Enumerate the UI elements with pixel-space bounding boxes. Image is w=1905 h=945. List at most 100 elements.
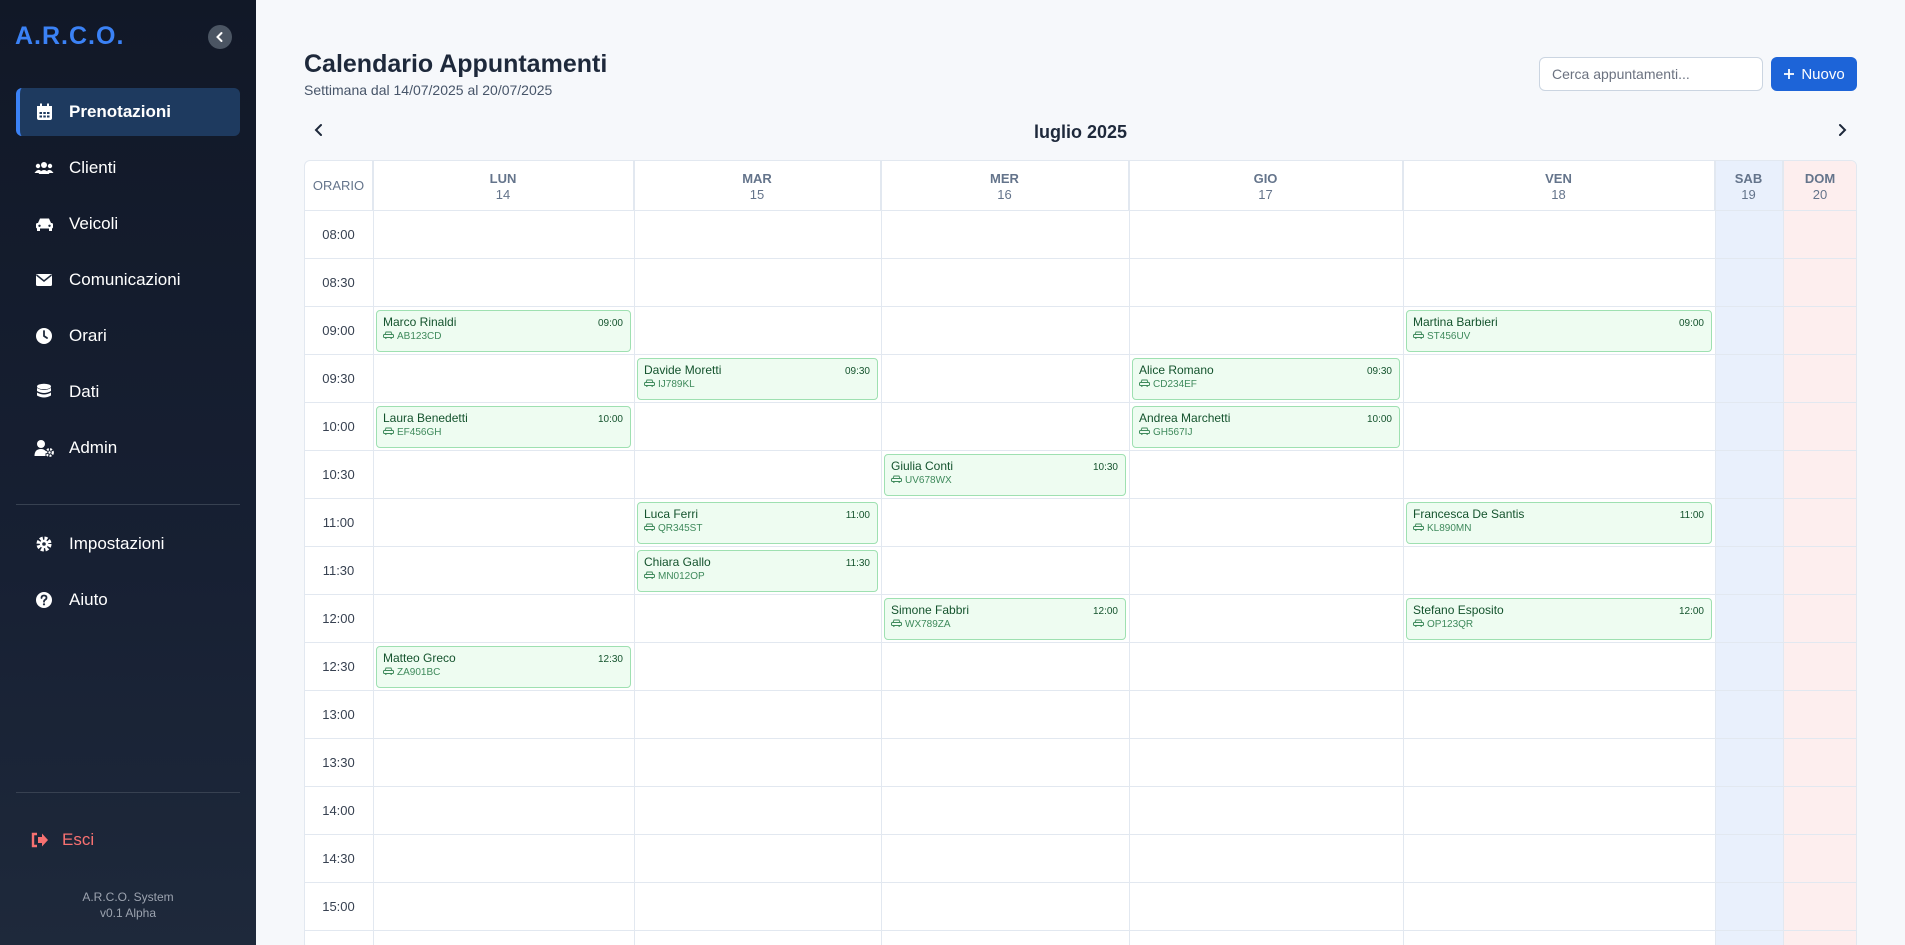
calendar-slot[interactable] (1129, 499, 1403, 547)
calendar-slot[interactable] (1715, 355, 1783, 403)
appointment-card[interactable]: Martina Barbieri 09:00 ST456UV (1406, 310, 1712, 352)
calendar-slot[interactable] (1403, 451, 1715, 499)
calendar-slot[interactable] (1715, 643, 1783, 691)
calendar-slot[interactable] (373, 787, 634, 835)
sidebar-item-dati[interactable]: Dati (16, 368, 240, 416)
calendar-slot[interactable] (1715, 739, 1783, 787)
calendar-slot[interactable] (1715, 883, 1783, 931)
calendar-slot[interactable] (1129, 739, 1403, 787)
calendar-slot[interactable] (1715, 835, 1783, 883)
calendar-slot[interactable] (634, 211, 881, 259)
calendar-slot[interactable] (1715, 259, 1783, 307)
calendar-slot[interactable] (1129, 835, 1403, 883)
calendar-slot[interactable] (1403, 259, 1715, 307)
calendar-slot[interactable] (1783, 547, 1856, 595)
calendar-slot[interactable] (373, 259, 634, 307)
calendar-slot[interactable] (1403, 643, 1715, 691)
appointment-card[interactable]: Giulia Conti 10:30 UV678WX (884, 454, 1126, 496)
appointment-card[interactable]: Stefano Esposito 12:00 OP123QR (1406, 598, 1712, 640)
calendar-slot[interactable] (881, 691, 1129, 739)
calendar-slot[interactable] (634, 835, 881, 883)
appointment-card[interactable]: Andrea Marchetti 10:00 GH567IJ (1132, 406, 1400, 448)
appointment-card[interactable]: Marco Rinaldi 09:00 AB123CD (376, 310, 631, 352)
calendar-slot[interactable] (634, 883, 881, 931)
appointment-card[interactable]: Matteo Greco 12:30 ZA901BC (376, 646, 631, 688)
calendar-slot[interactable] (1783, 403, 1856, 451)
calendar-slot[interactable] (1403, 211, 1715, 259)
sidebar-item-aiuto[interactable]: Aiuto (16, 576, 240, 624)
sidebar-item-comunicazioni[interactable]: Comunicazioni (16, 256, 240, 304)
appointment-card[interactable]: Luca Ferri 11:00 QR345ST (637, 502, 878, 544)
logout-button[interactable]: Esci (30, 830, 94, 850)
calendar-slot[interactable] (1783, 691, 1856, 739)
calendar-slot[interactable] (881, 739, 1129, 787)
sidebar-item-clienti[interactable]: Clienti (16, 144, 240, 192)
calendar-slot[interactable] (881, 547, 1129, 595)
appointment-card[interactable]: Chiara Gallo 11:30 MN012OP (637, 550, 878, 592)
calendar-slot[interactable] (1783, 787, 1856, 835)
sidebar-item-impostazioni[interactable]: Impostazioni (16, 520, 240, 568)
calendar-slot[interactable] (1783, 499, 1856, 547)
calendar-slot[interactable] (1783, 451, 1856, 499)
appointment-card[interactable]: Laura Benedetti 10:00 EF456GH (376, 406, 631, 448)
calendar-slot[interactable] (1129, 259, 1403, 307)
calendar-slot[interactable] (1403, 355, 1715, 403)
calendar-slot[interactable] (634, 259, 881, 307)
calendar-slot[interactable] (373, 211, 634, 259)
calendar-slot[interactable] (373, 835, 634, 883)
calendar-slot[interactable] (634, 739, 881, 787)
calendar-slot[interactable] (1715, 451, 1783, 499)
calendar-slot[interactable] (1403, 547, 1715, 595)
calendar-slot[interactable] (634, 643, 881, 691)
sidebar-item-prenotazioni[interactable]: Prenotazioni (16, 88, 240, 136)
calendar-slot[interactable] (1403, 787, 1715, 835)
calendar-slot[interactable] (1783, 739, 1856, 787)
calendar-slot[interactable] (881, 259, 1129, 307)
calendar-slot[interactable] (881, 787, 1129, 835)
calendar-slot[interactable] (881, 211, 1129, 259)
calendar-slot[interactable] (1129, 691, 1403, 739)
calendar-slot[interactable] (1129, 595, 1403, 643)
calendar-slot[interactable] (373, 883, 634, 931)
calendar-slot[interactable] (1783, 883, 1856, 931)
calendar-slot[interactable] (634, 451, 881, 499)
calendar-slot[interactable] (881, 883, 1129, 931)
calendar-slot[interactable] (373, 595, 634, 643)
appointment-card[interactable]: Alice Romano 09:30 CD234EF (1132, 358, 1400, 400)
calendar-slot[interactable] (1715, 787, 1783, 835)
calendar-slot[interactable] (1129, 643, 1403, 691)
calendar-slot[interactable] (634, 403, 881, 451)
calendar-slot[interactable] (1715, 547, 1783, 595)
calendar-slot[interactable] (1715, 403, 1783, 451)
calendar-slot[interactable] (881, 307, 1129, 355)
calendar-slot[interactable] (1129, 787, 1403, 835)
next-week-button[interactable] (1835, 122, 1849, 143)
calendar-slot[interactable] (881, 403, 1129, 451)
calendar-slot[interactable] (1129, 211, 1403, 259)
calendar-slot[interactable] (881, 835, 1129, 883)
app-logo[interactable]: A.R.C.O. (15, 22, 124, 51)
calendar-slot[interactable] (373, 499, 634, 547)
calendar-slot[interactable] (1715, 307, 1783, 355)
calendar-slot[interactable] (373, 739, 634, 787)
calendar-slot[interactable] (1403, 691, 1715, 739)
calendar-slot[interactable] (1129, 547, 1403, 595)
appointment-card[interactable]: Davide Moretti 09:30 IJ789KL (637, 358, 878, 400)
calendar-slot[interactable] (1783, 211, 1856, 259)
calendar-slot[interactable] (881, 643, 1129, 691)
calendar-slot[interactable] (1129, 307, 1403, 355)
calendar-slot[interactable] (1715, 691, 1783, 739)
calendar-slot[interactable] (634, 595, 881, 643)
calendar-slot[interactable] (634, 307, 881, 355)
sidebar-item-orari[interactable]: Orari (16, 312, 240, 360)
calendar-slot[interactable] (1783, 355, 1856, 403)
calendar-slot[interactable] (373, 691, 634, 739)
calendar-slot[interactable] (373, 355, 634, 403)
calendar-slot[interactable] (1403, 403, 1715, 451)
search-input[interactable] (1539, 57, 1763, 91)
appointment-card[interactable]: Simone Fabbri 12:00 WX789ZA (884, 598, 1126, 640)
calendar-slot[interactable] (1783, 643, 1856, 691)
calendar-slot[interactable] (881, 355, 1129, 403)
calendar-slot[interactable] (1403, 739, 1715, 787)
sidebar-item-veicoli[interactable]: Veicoli (16, 200, 240, 248)
